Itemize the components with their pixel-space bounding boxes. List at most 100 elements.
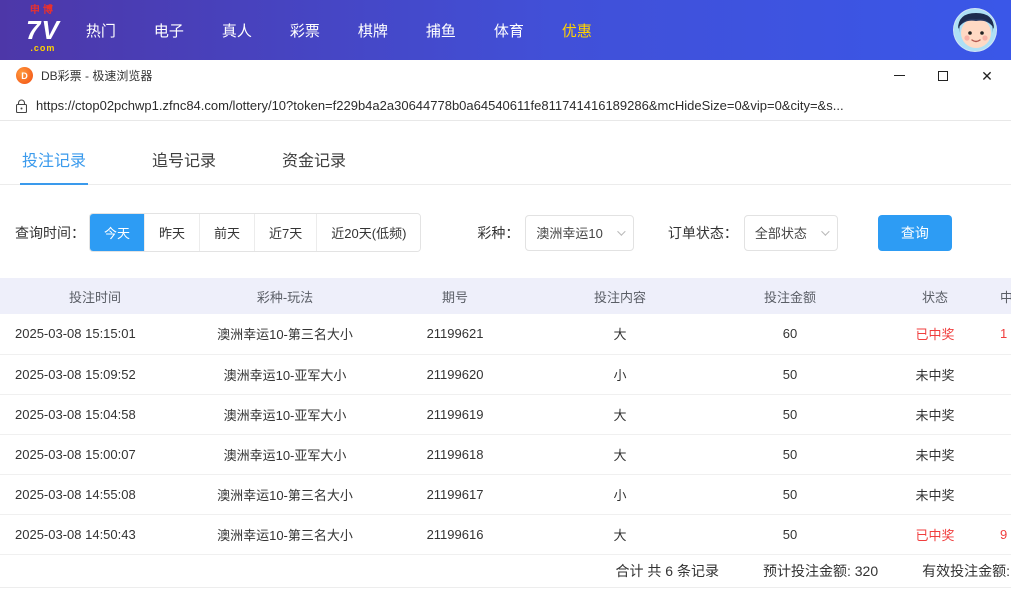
cell-game-play: 澳洲幸运10-亚军大小 xyxy=(190,394,380,435)
cell-bet-content: 大 xyxy=(530,434,710,475)
cell-win-amount: 9 xyxy=(1000,514,1011,555)
site-favicon-icon: D xyxy=(16,67,33,84)
cell-status: 未中奖 xyxy=(870,354,1000,395)
cell-bet-time: 2025-03-08 15:04:58 xyxy=(0,394,190,435)
nav-item-4[interactable]: 棋牌 xyxy=(358,20,388,41)
nav-item-7[interactable]: 优惠 xyxy=(562,20,592,41)
cell-bet-amount: 50 xyxy=(710,394,870,435)
cell-win-amount xyxy=(1000,434,1011,475)
logo-main-text: 7V xyxy=(26,14,60,45)
bet-record-table: 投注时间 彩种-玩法 期号 投注内容 投注金额 状态中 2025-03-08 15:15:… xyxy=(0,278,1011,555)
cell-game-play: 澳洲幸运10-第三名大小 xyxy=(190,474,380,515)
cell-issue-number: 21199616 xyxy=(380,514,530,555)
cell-bet-amount: 50 xyxy=(710,354,870,395)
cell-win-amount xyxy=(1000,354,1011,395)
cell-win-amount xyxy=(1000,474,1011,515)
lock-icon xyxy=(16,99,27,113)
bet-record-table-wrap: 投注时间 彩种-玩法 期号 投注内容 投注金额 状态中 2025-03-08 15:15:… xyxy=(0,278,1011,555)
lottery-select[interactable]: 澳洲幸运10 xyxy=(525,214,634,251)
cell-issue-number: 21199621 xyxy=(380,314,530,355)
table-header-2: 彩种-玩法 xyxy=(190,278,380,314)
minimize-icon xyxy=(893,75,905,76)
footer-total-count: 合计 共 6 条记录 xyxy=(615,562,719,579)
cell-bet-time: 2025-03-08 15:00:07 xyxy=(0,434,190,475)
maximize-icon xyxy=(938,70,948,81)
address-url[interactable]: https://ctop02pchwp1.zfnc84.com/lottery/… xyxy=(36,98,844,113)
nav-item-6[interactable]: 体育 xyxy=(494,20,524,41)
cell-status: 未中奖 xyxy=(870,474,1000,515)
table-row: 2025-03-08 15:15:01 澳洲幸运10-第三名大小 2119962… xyxy=(0,314,1011,355)
cell-status: 已中奖 xyxy=(870,314,1000,355)
close-button[interactable]: ✕ xyxy=(979,68,995,84)
cell-bet-time: 2025-03-08 15:09:52 xyxy=(0,354,190,395)
nav-items: 热门 电子 真人 彩票 棋牌 捕鱼 体育 优惠 xyxy=(86,20,592,41)
time-option-2[interactable]: 前天 xyxy=(199,214,255,251)
window-controls: ✕ xyxy=(891,68,999,84)
order-status-value: 全部状态 xyxy=(754,226,807,241)
cell-bet-amount: 60 xyxy=(710,314,870,355)
table-row: 2025-03-08 15:00:07 澳洲幸运10-亚军大小 21199618… xyxy=(0,434,1011,475)
table-footer: 合计 共 6 条记录 预计投注金额: 320 有效投注金额: xyxy=(0,555,1011,588)
table-row: 2025-03-08 15:09:52 澳洲幸运10-亚军大小 21199620… xyxy=(0,354,1011,395)
order-status-label: 订单状态： xyxy=(667,224,738,241)
order-status-select[interactable]: 全部状态 xyxy=(743,214,838,251)
cell-issue-number: 21199620 xyxy=(380,354,530,395)
user-avatar[interactable] xyxy=(953,8,997,52)
time-range-group: 今天 昨天 前天 近7天 近20天(低频) xyxy=(89,213,422,252)
time-option-4[interactable]: 近20天(低频) xyxy=(316,214,421,251)
table-header-4: 投注内容 xyxy=(530,278,710,314)
cell-win-amount: 1 xyxy=(1000,314,1011,355)
chevron-down-icon xyxy=(617,226,626,236)
cell-issue-number: 21199618 xyxy=(380,434,530,475)
cell-status: 已中奖 xyxy=(870,514,1000,555)
table-header-7: 中 xyxy=(1000,278,1011,314)
url-bar[interactable]: https://ctop02pchwp1.zfnc84.com/lottery/… xyxy=(0,91,1011,121)
cell-bet-content: 大 xyxy=(530,314,710,355)
filter-row: 查询时间： 今天 昨天 前天 近7天 近20天(低频) 彩种： 澳洲幸运10 订单状态：… xyxy=(0,185,1011,252)
cell-win-amount xyxy=(1000,394,1011,435)
footer-expected-amount: 预计投注金额: 320 xyxy=(762,562,879,579)
cell-status: 未中奖 xyxy=(870,394,1000,435)
cell-issue-number: 21199617 xyxy=(380,474,530,515)
cell-bet-amount: 50 xyxy=(710,434,870,475)
nav-item-5[interactable]: 捕鱼 xyxy=(426,20,456,41)
nav-item-1[interactable]: 电子 xyxy=(154,20,184,41)
time-option-3[interactable]: 近7天 xyxy=(254,214,317,251)
nav-item-2[interactable]: 真人 xyxy=(222,20,252,41)
cell-bet-amount: 50 xyxy=(710,514,870,555)
tab-1[interactable]: 追号记录 xyxy=(150,133,218,184)
maximize-button[interactable] xyxy=(935,68,951,84)
time-option-1[interactable]: 昨天 xyxy=(144,214,200,251)
table-header-6: 状态 xyxy=(870,278,1000,314)
table-header-1: 投注时间 xyxy=(0,278,190,314)
lottery-select-value: 澳洲幸运10 xyxy=(536,226,603,241)
cell-game-play: 澳洲幸运10-第三名大小 xyxy=(190,314,380,355)
logo-sub-text: .com xyxy=(30,43,56,54)
table-row: 2025-03-08 14:50:43 澳洲幸运10-第三名大小 2119961… xyxy=(0,514,1011,555)
cell-bet-content: 大 xyxy=(530,514,710,555)
site-logo[interactable]: 申博 7V .com xyxy=(26,6,60,53)
close-icon: ✕ xyxy=(981,67,993,84)
chevron-down-icon xyxy=(821,226,830,236)
tab-2[interactable]: 资金记录 xyxy=(280,133,348,184)
window-title: DB彩票 - 极速浏览器 xyxy=(41,69,153,83)
query-time-label: 查询时间： xyxy=(15,224,85,241)
browser-titlebar[interactable]: D DB彩票 - 极速浏览器 ✕ xyxy=(0,60,1011,91)
time-option-0[interactable]: 今天 xyxy=(90,214,145,251)
cell-bet-content: 小 xyxy=(530,474,710,515)
avatar-image xyxy=(954,9,996,51)
table-body: 2025-03-08 15:15:01 澳洲幸运10-第三名大小 2119962… xyxy=(0,314,1011,555)
cell-bet-amount: 50 xyxy=(710,474,870,515)
search-button[interactable]: 查询 xyxy=(877,214,952,251)
nav-item-3[interactable]: 彩票 xyxy=(290,20,320,41)
record-tabs: 投注记录 追号记录 资金记录 xyxy=(0,133,1011,185)
nav-item-0[interactable]: 热门 xyxy=(86,20,116,41)
tab-0[interactable]: 投注记录 xyxy=(20,133,89,185)
cell-bet-time: 2025-03-08 14:50:43 xyxy=(0,514,190,555)
minimize-button[interactable] xyxy=(891,68,907,84)
cell-bet-time: 2025-03-08 15:15:01 xyxy=(0,314,190,355)
table-row: 2025-03-08 14:55:08 澳洲幸运10-第三名大小 2119961… xyxy=(0,474,1011,515)
cell-bet-content: 大 xyxy=(530,394,710,435)
cell-bet-content: 小 xyxy=(530,354,710,395)
lottery-label: 彩种： xyxy=(477,224,520,241)
